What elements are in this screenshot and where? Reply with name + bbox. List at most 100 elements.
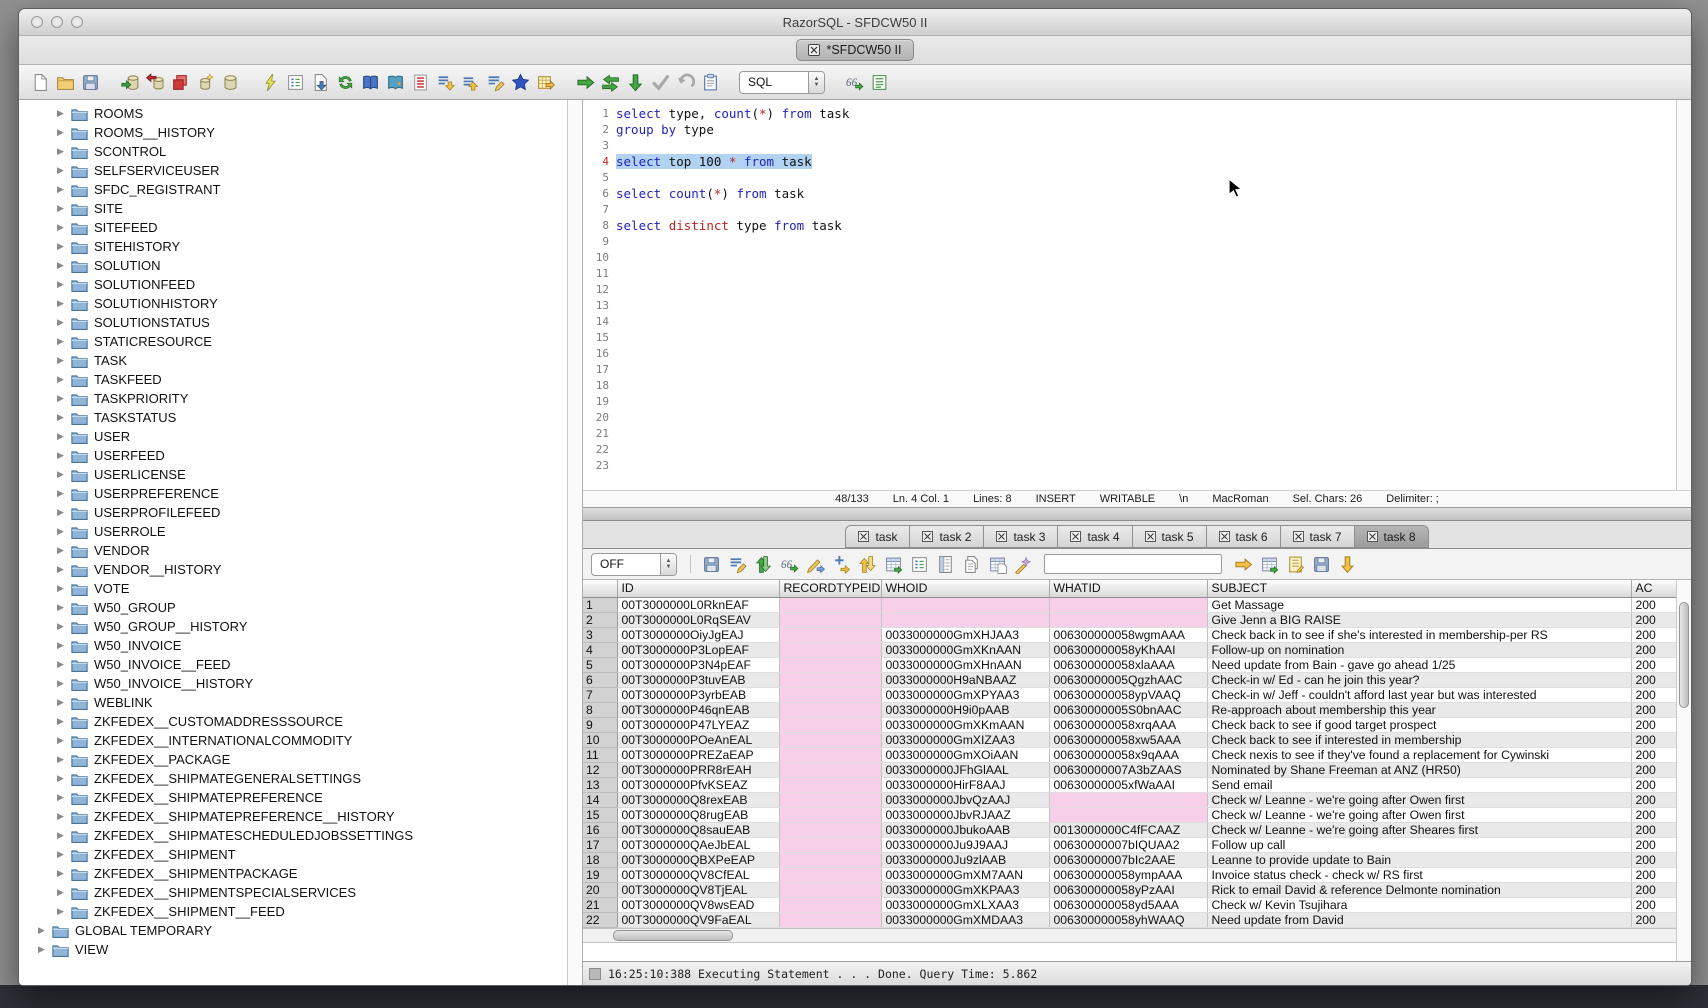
fetch-more-icon[interactable] [1336, 553, 1358, 575]
table-cell[interactable]: Need update from Bain - gave go ahead 1/… [1207, 657, 1631, 672]
disclosure-triangle-icon[interactable]: ▶ [57, 412, 71, 423]
table-cell[interactable] [779, 747, 881, 762]
tree-item[interactable]: ▶USERLICENSE [19, 465, 582, 484]
table-cell[interactable] [779, 882, 881, 897]
table-cell[interactable]: Follow-up on nomination [1207, 642, 1631, 657]
table-cell[interactable] [1049, 612, 1207, 627]
tree-item[interactable]: ▶VENDOR [19, 541, 582, 560]
tree-item[interactable]: ▶SOLUTIONFEED [19, 275, 582, 294]
table-cell[interactable]: 200 [1631, 612, 1677, 627]
editor-line[interactable]: 22 [583, 441, 1691, 457]
view-record-icon[interactable]: 66 [778, 553, 800, 575]
table-cell[interactable]: Leanne to provide update to Bain [1207, 852, 1631, 867]
tree-item[interactable]: ▶VENDOR__HISTORY [19, 560, 582, 579]
column-header[interactable]: WHOID [881, 580, 1049, 597]
table-cell[interactable] [779, 702, 881, 717]
table-cell[interactable]: 00T3000000QV8TjEAL [617, 882, 779, 897]
new-file-icon[interactable] [29, 71, 51, 93]
table-cell[interactable]: 00630000007bIc2AAE [1049, 852, 1207, 867]
table-cell[interactable]: Invoice status check - check w/ RS first [1207, 867, 1631, 882]
table-row[interactable]: 600T3000000P3tuvEAB0033000000H9aNBAAZ006… [583, 672, 1677, 687]
row-number[interactable]: 12 [583, 762, 617, 777]
disclosure-triangle-icon[interactable]: ▶ [38, 925, 52, 936]
disclosure-triangle-icon[interactable]: ▶ [57, 260, 71, 271]
describe-grid-icon[interactable] [908, 553, 930, 575]
table-cell[interactable]: 006300000058yKhAAI [1049, 642, 1207, 657]
row-number[interactable]: 5 [583, 657, 617, 672]
disclosure-triangle-icon[interactable]: ▶ [57, 374, 71, 385]
table-cell[interactable]: 00630000005xfWaAAI [1049, 777, 1207, 792]
disclosure-triangle-icon[interactable]: ▶ [57, 811, 71, 822]
tree-item[interactable]: ▶SOLUTIONSTATUS [19, 313, 582, 332]
export-grid-icon[interactable] [1258, 553, 1280, 575]
titlebar[interactable]: RazorSQL - SFDCW50 II [19, 9, 1691, 36]
tree-item[interactable]: ▶WEBLINK [19, 693, 582, 712]
row-number[interactable]: 11 [583, 747, 617, 762]
disclosure-triangle-icon[interactable]: ▶ [57, 830, 71, 841]
table-cell[interactable]: 200 [1631, 732, 1677, 747]
table-cell[interactable]: 200 [1631, 882, 1677, 897]
disclosure-triangle-icon[interactable]: ▶ [57, 241, 71, 252]
table-cell[interactable] [779, 867, 881, 882]
tree-item[interactable]: ▶ZKFEDEX__PACKAGE [19, 750, 582, 769]
table-cell[interactable] [779, 642, 881, 657]
table-cell[interactable]: 00T3000000P3tuvEAB [617, 672, 779, 687]
connect-db-icon[interactable] [119, 71, 141, 93]
export-page-icon[interactable] [309, 71, 331, 93]
table-row[interactable]: 1500T3000000Q8rugEAB0033000000JbvRJAAZCh… [583, 807, 1677, 822]
tree-item[interactable]: ▶SCONTROL [19, 142, 582, 161]
table-cell[interactable]: 200 [1631, 702, 1677, 717]
table-cell[interactable]: 200 [1631, 912, 1677, 927]
row-number[interactable]: 17 [583, 837, 617, 852]
tree-item[interactable]: ▶USERFEED [19, 446, 582, 465]
table-row[interactable]: 2000T3000000QV8TjEAL0033000000GmXKPAA300… [583, 882, 1677, 897]
table-cell[interactable]: Check-in w/ Ed - can he join this year? [1207, 672, 1631, 687]
editor-line[interactable]: 17 [583, 361, 1691, 377]
table-cell[interactable]: 0033000000JFhGlAAL [881, 762, 1049, 777]
document-tab[interactable]: *SFDCW50 II [796, 39, 913, 61]
table-cell[interactable]: 0033000000JbukoAAB [881, 822, 1049, 837]
close-result-tab-icon[interactable] [1293, 531, 1304, 542]
table-cell[interactable]: 0033000000GmXKnAAN [881, 642, 1049, 657]
table-cell[interactable]: 0033000000GmXHJAA3 [881, 627, 1049, 642]
describe-icon[interactable] [284, 71, 306, 93]
disclosure-triangle-icon[interactable]: ▶ [57, 203, 71, 214]
table-cell[interactable]: 0013000000C4fFCAAZ [1049, 822, 1207, 837]
table-cell[interactable]: 00T3000000PRR8rEAH [617, 762, 779, 777]
tree-item[interactable]: ▶SFDC_REGISTRANT [19, 180, 582, 199]
editor-line[interactable]: 3 [583, 137, 1691, 153]
table-cell[interactable]: 200 [1631, 672, 1677, 687]
editor-line[interactable]: 1select type, count(*) from task [583, 105, 1691, 121]
table-cell[interactable]: 00T3000000QV8CfEAL [617, 867, 779, 882]
row-number[interactable]: 8 [583, 702, 617, 717]
disclosure-triangle-icon[interactable]: ▶ [57, 336, 71, 347]
tree-item[interactable]: ▶ROOMS__HISTORY [19, 123, 582, 142]
disclosure-triangle-icon[interactable]: ▶ [57, 450, 71, 461]
disclosure-triangle-icon[interactable]: ▶ [57, 317, 71, 328]
disclosure-triangle-icon[interactable]: ▶ [57, 564, 71, 575]
row-number[interactable]: 7 [583, 687, 617, 702]
table-cell[interactable] [779, 912, 881, 927]
editor-line[interactable]: 7 [583, 201, 1691, 217]
table-cell[interactable]: Check-in w/ Jeff - couldn't afford last … [1207, 687, 1631, 702]
row-number[interactable]: 9 [583, 717, 617, 732]
table-cell[interactable]: Rick to email David & reference Delmonte… [1207, 882, 1631, 897]
disclosure-triangle-icon[interactable]: ▶ [57, 773, 71, 784]
close-result-tab-icon[interactable] [1145, 531, 1156, 542]
table-cell[interactable]: 200 [1631, 597, 1677, 612]
table-cell[interactable] [779, 837, 881, 852]
table-row[interactable]: 1000T3000000POeAnEAL0033000000GmXIZAA300… [583, 732, 1677, 747]
editor-line[interactable]: 16 [583, 345, 1691, 361]
tree-item[interactable]: ▶ZKFEDEX__SHIPMATEGENERALSETTINGS [19, 769, 582, 788]
duplicate-grid-icon[interactable] [986, 553, 1008, 575]
hscroll-thumb[interactable] [613, 930, 733, 941]
tree-item[interactable]: ▶STATICRESOURCE [19, 332, 582, 351]
column-header[interactable]: AC [1631, 580, 1677, 597]
table-cell[interactable]: 0033000000JbvQzAAJ [881, 792, 1049, 807]
sql-editor[interactable]: 1select type, count(*) from task2group b… [583, 100, 1691, 490]
result-tab[interactable]: task 2 [909, 525, 983, 548]
table-row[interactable]: 1600T3000000Q8sauEAB0033000000JbukoAAB00… [583, 822, 1677, 837]
editor-line[interactable]: 20 [583, 409, 1691, 425]
table-cell[interactable] [1049, 792, 1207, 807]
close-result-tab-icon[interactable] [922, 531, 933, 542]
